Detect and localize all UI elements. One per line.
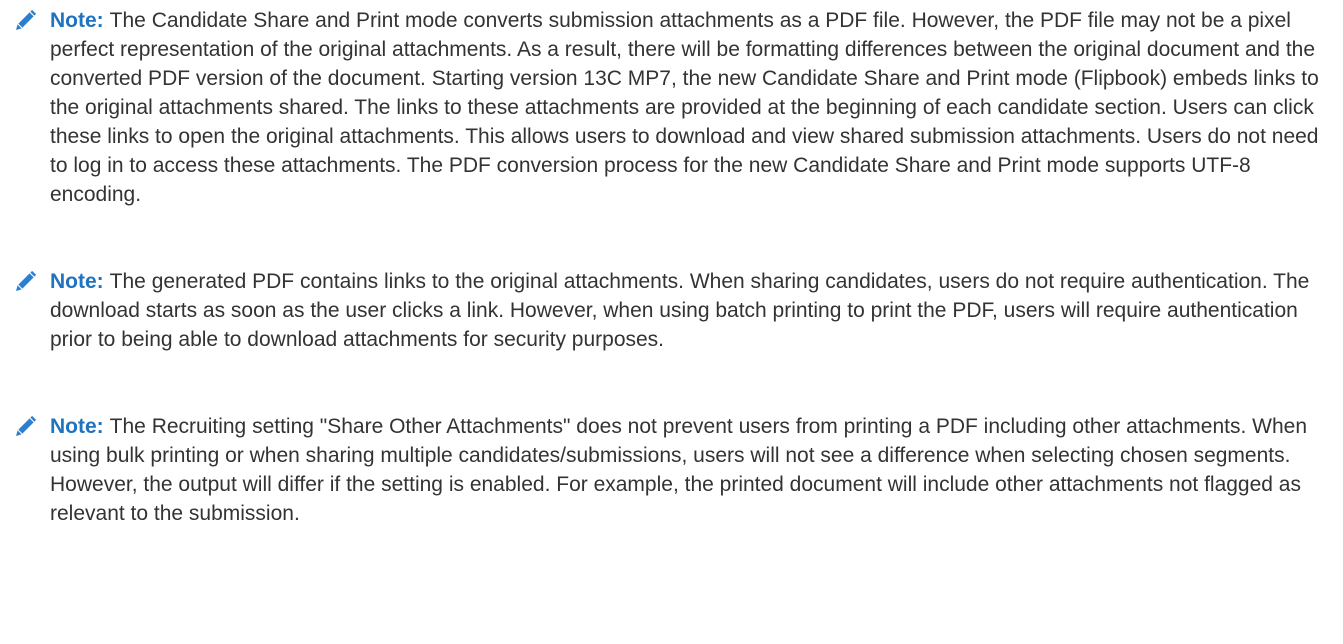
note-text: The Recruiting setting "Share Other Atta… xyxy=(50,415,1308,525)
pencil-icon xyxy=(16,9,37,30)
note-label: Note: xyxy=(50,415,104,438)
note-block-3: Note: The Recruiting setting "Share Other… xyxy=(12,412,1325,528)
note-text: The Candidate Share and Print mode conve… xyxy=(50,9,1319,206)
note-block-2: Note: The generated PDF contains links to… xyxy=(12,267,1325,354)
pencil-icon xyxy=(16,415,37,436)
note-label: Note: xyxy=(50,270,104,293)
pencil-icon xyxy=(16,270,37,291)
note-label: Note: xyxy=(50,9,104,32)
note-text: The generated PDF contains links to the … xyxy=(50,270,1310,351)
note-block-1: Note: The Candidate Share and Print mode … xyxy=(12,6,1325,209)
notes-document: Note: The Candidate Share and Print mode … xyxy=(0,0,1343,644)
